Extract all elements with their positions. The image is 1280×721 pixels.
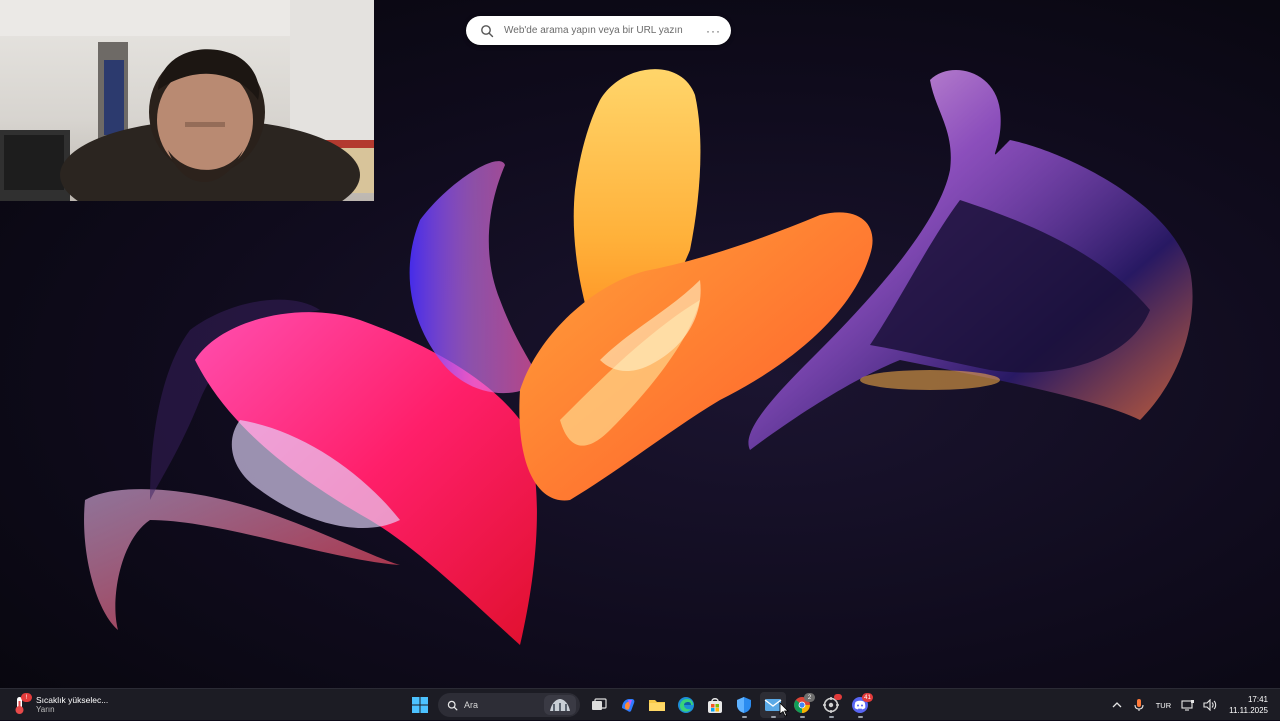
desktop: ··· (0, 0, 1280, 688)
running-indicator (858, 716, 863, 718)
start-button[interactable] (407, 692, 433, 718)
microsoft-store-button[interactable] (702, 692, 728, 718)
microphone-icon (1134, 699, 1144, 711)
weather-subtitle: Yarın (36, 705, 55, 714)
discord-button[interactable]: 41 (847, 692, 873, 718)
tray-overflow-button[interactable] (1109, 697, 1125, 713)
task-view-icon (592, 698, 607, 710)
search-highlight-icon (544, 695, 576, 715)
system-tray: TUR 17:41 11.11.2025 (1106, 689, 1280, 721)
running-indicator (800, 716, 805, 718)
running-indicator (829, 716, 834, 718)
search-icon (447, 700, 458, 710)
taskbar-center: Ara 2 41 (407, 692, 876, 718)
network-button[interactable] (1180, 697, 1196, 713)
taskbar-search-label: Ara (464, 700, 479, 710)
file-explorer-button[interactable] (644, 692, 670, 718)
discord-badge: 41 (862, 693, 873, 702)
speaker-icon (1203, 699, 1217, 711)
web-search-input[interactable] (502, 24, 706, 37)
app-launcher-badge (834, 694, 842, 700)
weather-alert-badge: ! (21, 693, 32, 702)
windows-icon (412, 697, 428, 713)
defender-button[interactable] (731, 692, 757, 718)
search-icon (481, 24, 494, 37)
chrome-badge: 2 (804, 693, 815, 702)
running-indicator (771, 716, 776, 718)
edge-icon (678, 697, 694, 713)
running-indicator (742, 716, 747, 718)
weather-widget[interactable]: ! Sıcaklık yükselec... Yarın (12, 692, 108, 718)
taskbar-search[interactable]: Ara (438, 693, 580, 717)
folder-icon (649, 700, 665, 711)
clock-date: 11.11.2025 (1229, 706, 1268, 715)
volume-button[interactable] (1202, 697, 1218, 713)
copilot-button[interactable] (615, 692, 641, 718)
app-launcher-button[interactable] (818, 692, 844, 718)
store-icon (708, 698, 722, 713)
webcam-image (0, 0, 374, 201)
monitor-network-icon (1181, 700, 1195, 711)
chevron-up-icon (1112, 702, 1122, 708)
clock-time: 17:41 (1247, 695, 1268, 704)
task-view-button[interactable] (586, 692, 612, 718)
browser-search-bar[interactable]: ··· (466, 16, 731, 45)
taskbar: ! Sıcaklık yükselec... Yarın Ara 2 41 TU… (0, 688, 1280, 720)
chrome-button[interactable]: 2 (789, 692, 815, 718)
clock[interactable]: 17:41 11.11.2025 (1229, 694, 1268, 716)
webcam-overlay (0, 0, 374, 201)
weather-title: Sıcaklık yükselec... (36, 695, 109, 705)
more-icon[interactable]: ··· (706, 24, 721, 38)
language-indicator[interactable]: TUR (1156, 701, 1171, 710)
copilot-icon (622, 699, 635, 712)
edge-button[interactable] (673, 692, 699, 718)
thermometer-icon: ! (12, 693, 32, 716)
mouse-cursor-icon (779, 702, 789, 717)
shield-icon (737, 697, 751, 713)
microphone-button[interactable] (1131, 697, 1147, 713)
